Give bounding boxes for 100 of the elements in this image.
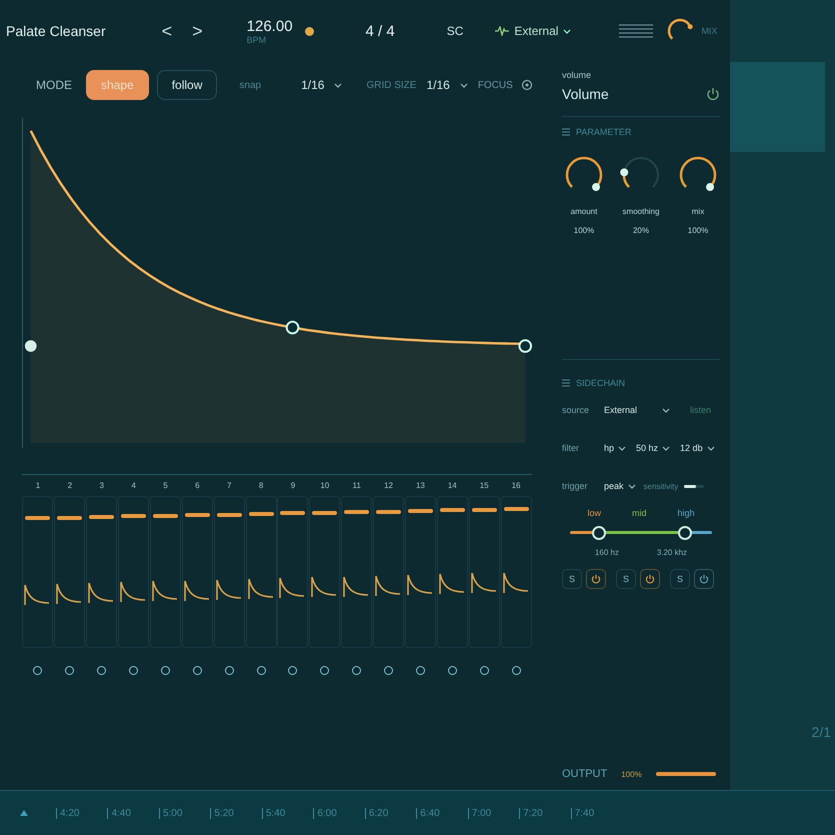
step-lane[interactable] [309, 496, 340, 648]
step-toggle[interactable] [33, 666, 42, 675]
step-lane[interactable] [182, 496, 213, 648]
power-icon [591, 574, 601, 584]
caret-icon [334, 82, 342, 88]
step-lane[interactable] [150, 496, 181, 648]
mix-label: MIX [701, 26, 718, 36]
step-lane[interactable] [468, 496, 500, 648]
solo-button[interactable]: S [562, 569, 582, 589]
crossover-slider[interactable] [570, 526, 712, 540]
knob-value: 100% [574, 226, 594, 235]
previous-preset-button[interactable]: < [158, 20, 176, 42]
step-toggle[interactable] [160, 666, 170, 675]
band-power-button[interactable] [586, 569, 606, 589]
crossover-value: 160 hz [594, 548, 619, 557]
filter-dropdown[interactable]: hp [602, 441, 628, 455]
sidechain-source-dropdown[interactable]: External [489, 23, 578, 39]
solo-button[interactable]: S [670, 569, 690, 589]
step-level-bar[interactable] [216, 512, 242, 517]
step-number: 8 [258, 481, 264, 490]
step-level-bar[interactable] [376, 510, 402, 514]
step-level-bar[interactable] [89, 515, 114, 519]
step-level-bar[interactable] [184, 513, 210, 518]
step-toggle[interactable] [256, 666, 266, 675]
step-level-bar[interactable] [408, 509, 433, 513]
lines-icon[interactable] [619, 24, 654, 38]
step-toggle[interactable] [192, 666, 202, 675]
step-toggle[interactable] [288, 666, 298, 675]
step-level-bar[interactable] [440, 508, 465, 512]
crossover-handle[interactable] [678, 526, 692, 540]
tempo-value[interactable]: 126.00 [246, 18, 293, 34]
step-toggle[interactable] [320, 666, 330, 675]
solo-button[interactable]: S [616, 569, 636, 589]
step-level-bar[interactable] [121, 514, 146, 518]
step-lane[interactable] [54, 496, 86, 648]
next-preset-button[interactable]: > [188, 20, 207, 42]
band-label: high [677, 508, 694, 518]
trigger-dropdown[interactable]: peak [602, 479, 638, 493]
drag-handle-icon[interactable] [562, 379, 570, 387]
step-toggle[interactable] [352, 666, 362, 675]
caret-icon [563, 28, 572, 34]
band-power-button[interactable] [694, 569, 714, 589]
filter-dropdown[interactable]: 50 hz [634, 441, 672, 455]
grid-size-dropdown[interactable]: 1/16 [424, 76, 470, 94]
step-lane[interactable] [22, 496, 54, 648]
knob-thumb[interactable] [592, 183, 600, 192]
grid-size-label: GRID SIZE [366, 80, 416, 90]
step-lane[interactable] [86, 496, 118, 648]
step-toggle[interactable] [416, 666, 425, 675]
step-level-bar[interactable] [472, 508, 497, 512]
step-level-bar[interactable] [25, 516, 50, 520]
decay-curve-icon [502, 570, 529, 595]
step-lane[interactable] [277, 496, 308, 648]
time-signature[interactable]: 4 / 4 [366, 22, 395, 40]
step-toggle[interactable] [480, 666, 489, 675]
snap-dropdown[interactable]: 1/16 [299, 76, 344, 94]
step-lane[interactable] [118, 496, 150, 648]
output-value: 100% [621, 770, 642, 778]
step-toggle[interactable] [97, 666, 106, 675]
step-lane[interactable] [500, 496, 532, 648]
output-label: OUTPUT [562, 768, 608, 780]
step-lane[interactable] [214, 496, 245, 648]
step-toggle[interactable] [129, 666, 138, 675]
step-lane[interactable] [373, 496, 404, 648]
sensitivity-label: sensitivity [644, 482, 678, 490]
target-icon[interactable] [520, 79, 533, 91]
step-toggle[interactable] [384, 666, 394, 675]
section-title: SIDECHAIN [576, 378, 626, 388]
snap-label: snap [239, 80, 262, 90]
power-icon [645, 574, 655, 584]
source-dropdown[interactable]: External [602, 403, 672, 417]
step-lane[interactable] [404, 496, 436, 648]
knob-thumb[interactable] [706, 183, 714, 192]
step-toggle[interactable] [65, 666, 74, 675]
step-level-bar[interactable] [504, 507, 529, 512]
step-toggle[interactable] [224, 666, 234, 675]
step-level-bar[interactable] [57, 516, 82, 520]
step-lane[interactable] [341, 496, 372, 648]
knob-thumb[interactable] [620, 168, 628, 176]
step-level-bar[interactable] [312, 510, 338, 515]
drag-handle-icon[interactable] [562, 128, 570, 136]
step-level-bar[interactable] [280, 511, 306, 516]
step-lane[interactable] [436, 496, 468, 648]
caret-icon [460, 82, 468, 88]
step-level-bar[interactable] [152, 514, 178, 518]
decay-curve-icon [311, 575, 338, 600]
step-level-bar[interactable] [344, 510, 370, 514]
step-level-bar[interactable] [248, 512, 274, 516]
mode-tab[interactable]: follow [156, 70, 218, 100]
step-toggle[interactable] [448, 666, 457, 675]
step-toggle[interactable] [512, 666, 521, 675]
step-number: 10 [320, 481, 330, 490]
focus-label: FOCUS [478, 80, 513, 90]
sensitivity-fill[interactable] [684, 484, 696, 488]
band-power-button[interactable] [640, 569, 660, 589]
power-icon[interactable] [706, 87, 720, 101]
step-lane[interactable] [246, 496, 277, 648]
filter-dropdown[interactable]: 12 db [678, 441, 717, 455]
decay-curve-icon [120, 580, 146, 604]
crossover-handle[interactable] [592, 526, 606, 540]
